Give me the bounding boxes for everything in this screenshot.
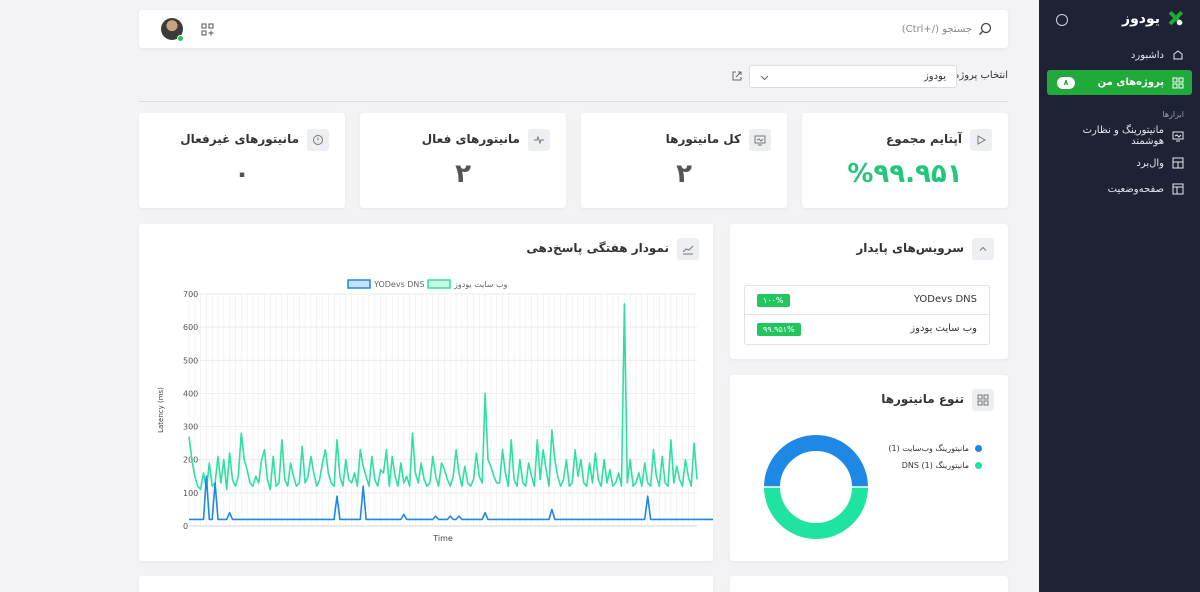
grid-icon	[972, 389, 994, 411]
stat-card-uptime: آپتایم مجموع %۹۹.۹۵۱	[802, 113, 1008, 208]
sidebar-item-monitoring[interactable]: مانیتورینگ و نظارت هوشمند	[1047, 124, 1192, 148]
uptime-badge: ۱۰۰%	[757, 294, 790, 307]
legend-swatch	[347, 279, 371, 289]
stat-card-inactive-monitors: مانیتورهای غیرفعال ۰	[139, 113, 345, 208]
sidebar: یودوز داشبورد پروژه‌های من ۸ ابزارها مان…	[1039, 0, 1200, 592]
stat-value: ۲	[455, 159, 471, 189]
stable-services-card: سرویس‌های پایدار YODevs DNS ۱۰۰% وب سایت…	[730, 224, 1008, 359]
donut-slice[interactable]	[764, 486, 868, 539]
card-title: سرویس‌های پایدار	[856, 241, 964, 255]
y-tick-label: 700	[183, 290, 198, 299]
weekly-response-chart-card: نمودار هفتگی پاسخ‌دهی 0 100 200 300 400 500 60…	[139, 224, 713, 561]
y-tick-label: 200	[183, 456, 198, 465]
sidebar-item-label: پروژه‌های من	[1097, 77, 1164, 88]
sidebar-item-status-page[interactable]: صفحه‌وضعیت	[1047, 177, 1192, 201]
stat-title: مانیتورهای غیرفعال	[180, 132, 299, 146]
y-tick-label: 500	[183, 356, 198, 365]
monitor-variety-card: تنوع مانیتورها مانیتورینگ وب‌سایت (1) ما…	[730, 375, 1008, 561]
collapse-icon[interactable]	[972, 238, 994, 260]
project-select-value: یودوز	[923, 71, 946, 82]
sidebar-item-my-projects[interactable]: پروژه‌های من ۸	[1047, 70, 1192, 95]
table-row: وب سایت یودوز ۹۹.۹۵۱%	[745, 315, 989, 344]
uptime-badge: ۹۹.۹۵۱%	[757, 323, 801, 336]
brand-name: یودوز	[1122, 11, 1160, 27]
alert-circle-icon	[307, 129, 329, 151]
series-line-0	[188, 303, 698, 491]
play-icon	[970, 129, 992, 151]
stat-title: آپتایم مجموع	[886, 132, 962, 146]
add-widget-icon[interactable]	[201, 23, 214, 36]
grid-icon	[1172, 77, 1184, 88]
sidebar-item-wallboard[interactable]: وال‌برد	[1047, 151, 1192, 175]
donut-chart	[764, 435, 868, 539]
sidebar-toggle-icon[interactable]	[1056, 14, 1068, 26]
legend-swatch	[427, 279, 451, 289]
y-tick-label: 400	[183, 389, 198, 398]
top-bar	[139, 10, 1008, 48]
online-status-icon	[177, 35, 184, 42]
response-line-chart: 0 100 200 300 400 500 600 700 Time Latency (ms) YO…	[157, 279, 713, 543]
logo-icon	[1168, 10, 1184, 26]
donut-slice[interactable]	[764, 435, 868, 488]
divider	[139, 101, 1008, 102]
y-tick-label: 0	[183, 522, 188, 531]
y-axis-label: Latency (ms)	[157, 387, 165, 433]
legend-swatch	[975, 445, 982, 452]
card-title: تنوع مانیتورها	[881, 392, 964, 406]
sidebar-item-dashboard[interactable]: داشبورد	[1047, 43, 1192, 67]
projects-count-badge: ۸	[1057, 76, 1075, 89]
pulse-icon	[528, 129, 550, 151]
brand[interactable]: یودوز	[1122, 10, 1184, 28]
x-axis-label: Time	[432, 534, 453, 543]
table-row: YODevs DNS ۱۰۰%	[745, 286, 989, 315]
sidebar-section-label: ابزارها	[1162, 110, 1184, 119]
legend-swatch	[975, 462, 982, 469]
y-tick-label: 600	[183, 323, 198, 332]
project-select-label: انتخاب پروژه	[954, 70, 1008, 81]
y-tick-label: 100	[183, 489, 198, 498]
services-table: YODevs DNS ۱۰۰% وب سایت یودوز ۹۹.۹۵۱%	[744, 285, 990, 345]
status-page-icon	[1172, 183, 1184, 195]
board-icon	[1172, 157, 1184, 169]
monitor-icon	[749, 129, 771, 151]
monitor-icon	[1172, 131, 1184, 142]
home-icon	[1173, 50, 1183, 60]
external-link-icon[interactable]	[731, 70, 743, 82]
stat-value: ۰	[234, 159, 250, 189]
y-tick-label: 300	[183, 423, 198, 432]
bottom-card-left	[139, 576, 713, 592]
stat-card-active-monitors: مانیتورهای فعال ۲	[360, 113, 566, 208]
legend-item-website[interactable]: مانیتورینگ وب‌سایت (1)	[888, 444, 982, 453]
stat-value: %۹۹.۹۵۱	[847, 159, 963, 189]
sidebar-item-label: صفحه‌وضعیت	[1107, 183, 1164, 195]
sidebar-item-label: وال‌برد	[1136, 157, 1164, 169]
project-select[interactable]: یودوز	[749, 65, 957, 88]
stat-title: مانیتورهای فعال	[421, 132, 520, 146]
sidebar-item-label: مانیتورینگ و نظارت هوشمند	[1082, 125, 1164, 147]
service-name: وب سایت یودوز	[910, 323, 977, 334]
search-icon[interactable]	[978, 22, 992, 36]
stat-value: ۲	[676, 159, 692, 189]
chevron-down-icon	[760, 75, 769, 81]
legend-label: YODevs DNS	[373, 280, 425, 289]
search-input[interactable]	[712, 21, 972, 37]
legend-label: مانیتورینگ DNS (1)	[901, 461, 969, 470]
legend-label: وب سایت یودوز	[453, 280, 507, 289]
bottom-card-right	[730, 576, 1008, 592]
legend-label: مانیتورینگ وب‌سایت (1)	[888, 444, 969, 453]
sidebar-item-label: داشبورد	[1130, 49, 1164, 61]
legend-item-dns[interactable]: مانیتورینگ DNS (1)	[902, 461, 982, 470]
stat-title: کل مانیتورها	[665, 132, 741, 146]
service-name: YODevs DNS	[913, 294, 977, 305]
stat-card-total-monitors: کل مانیتورها ۲	[581, 113, 787, 208]
